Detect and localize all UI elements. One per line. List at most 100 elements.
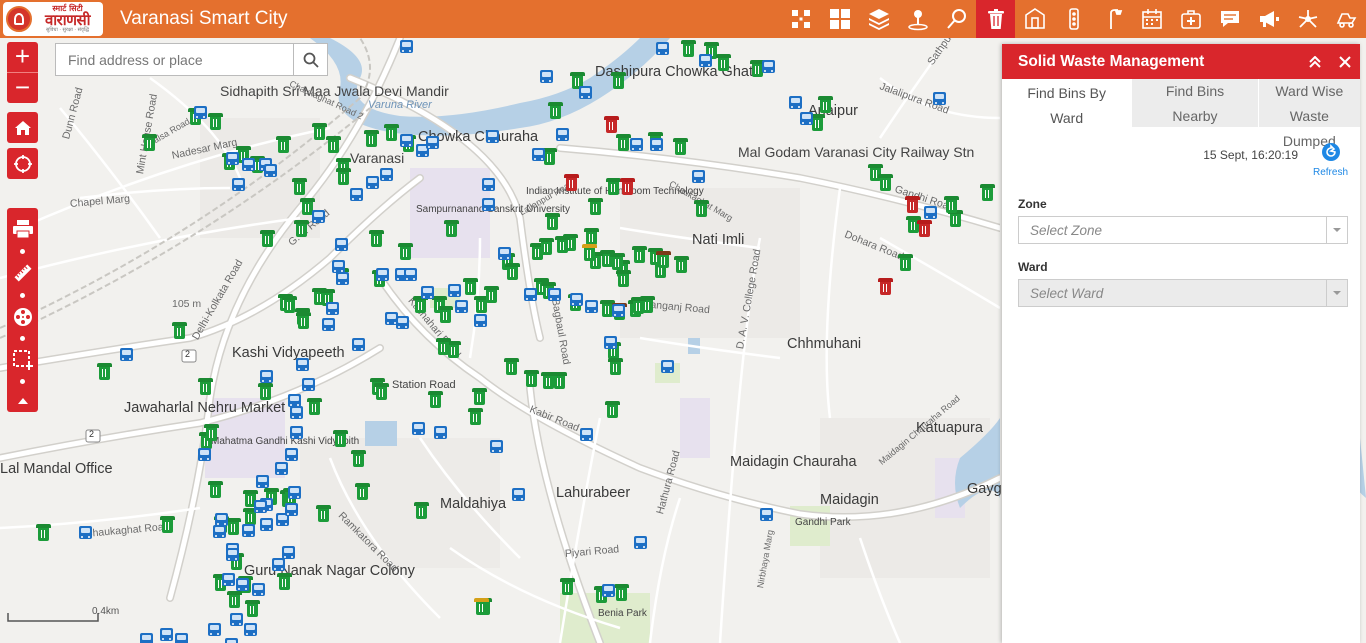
bin-marker[interactable]	[582, 244, 597, 261]
bus-stop-marker[interactable]	[242, 524, 255, 537]
bus-stop-marker[interactable]	[285, 448, 298, 461]
bus-stop-marker[interactable]	[213, 525, 226, 538]
print-button[interactable]	[7, 216, 38, 242]
full-bin-marker[interactable]	[878, 278, 893, 295]
bin-marker[interactable]	[656, 251, 671, 268]
bus-stop-marker[interactable]	[226, 152, 239, 165]
bin-marker[interactable]	[364, 130, 379, 147]
bus-stop-marker[interactable]	[556, 128, 569, 141]
bin-marker[interactable]	[818, 96, 833, 113]
bus-stop-marker[interactable]	[933, 92, 946, 105]
search-button[interactable]	[293, 44, 327, 75]
bin-marker[interactable]	[312, 123, 327, 140]
bus-stop-marker[interactable]	[486, 130, 499, 143]
bus-stop-marker[interactable]	[580, 428, 593, 441]
bus-stop-marker[interactable]	[570, 293, 583, 306]
bus-stop-marker[interactable]	[236, 578, 249, 591]
bus-stop-marker[interactable]	[630, 138, 643, 151]
bin-marker[interactable]	[282, 296, 297, 313]
bus-stop-marker[interactable]	[120, 348, 133, 361]
bus-stop-marker[interactable]	[352, 338, 365, 351]
full-bin-marker[interactable]	[604, 116, 619, 133]
bus-stop-marker[interactable]	[524, 288, 537, 301]
zoom-out-button[interactable]: −	[7, 73, 38, 103]
bin-marker[interactable]	[541, 372, 556, 389]
bin-marker[interactable]	[539, 238, 554, 255]
bus-stop-marker[interactable]	[579, 86, 592, 99]
vehicle-tool[interactable]	[1327, 0, 1366, 38]
bus-stop-marker[interactable]	[222, 573, 235, 586]
bin-marker[interactable]	[716, 54, 731, 71]
calendar-tool[interactable]	[1132, 0, 1171, 38]
bin-marker[interactable]	[172, 322, 187, 339]
bus-stop-marker[interactable]	[335, 238, 348, 251]
traffic-tool[interactable]	[1054, 0, 1093, 38]
bus-stop-marker[interactable]	[412, 422, 425, 435]
bus-stop-marker[interactable]	[260, 370, 273, 383]
bin-marker[interactable]	[438, 306, 453, 323]
bus-stop-marker[interactable]	[230, 613, 243, 626]
bin-marker[interactable]	[316, 505, 331, 522]
solid-waste-tool[interactable]	[976, 0, 1015, 38]
streetlight-tool[interactable]	[1093, 0, 1132, 38]
bus-stop-marker[interactable]	[490, 440, 503, 453]
bus-stop-marker[interactable]	[634, 536, 647, 549]
bus-stop-marker[interactable]	[474, 314, 487, 327]
bin-marker[interactable]	[97, 363, 112, 380]
bin-marker[interactable]	[616, 270, 631, 287]
bin-marker[interactable]	[606, 178, 621, 195]
bin-marker[interactable]	[584, 228, 599, 245]
bin-marker[interactable]	[294, 220, 309, 237]
bin-marker[interactable]	[616, 134, 631, 151]
bus-stop-marker[interactable]	[226, 548, 239, 561]
bin-marker[interactable]	[468, 408, 483, 425]
full-bin-marker[interactable]	[917, 220, 932, 237]
bin-marker[interactable]	[632, 246, 647, 263]
bin-marker[interactable]	[524, 370, 539, 387]
bin-marker[interactable]	[463, 278, 478, 295]
bin-marker[interactable]	[674, 256, 689, 273]
bus-stop-marker[interactable]	[426, 136, 439, 149]
bus-stop-marker[interactable]	[604, 336, 617, 349]
bus-stop-marker[interactable]	[288, 486, 301, 499]
bin-marker[interactable]	[142, 134, 157, 151]
bus-stop-marker[interactable]	[400, 134, 413, 147]
bus-stop-marker[interactable]	[208, 623, 221, 636]
home-button[interactable]	[7, 112, 38, 143]
bin-marker[interactable]	[307, 398, 322, 415]
close-panel-button[interactable]	[1330, 44, 1360, 79]
bus-stop-marker[interactable]	[532, 148, 545, 161]
ward-select[interactable]: Select Ward	[1018, 279, 1348, 307]
bus-stop-marker[interactable]	[175, 633, 188, 643]
tab-ward-wise-waste[interactable]: Ward Wise Waste Dumped	[1257, 79, 1360, 149]
bus-stop-marker[interactable]	[326, 302, 339, 315]
bus-stop-marker[interactable]	[140, 633, 153, 643]
bin-marker[interactable]	[878, 174, 893, 191]
bus-stop-marker[interactable]	[282, 546, 295, 559]
dashboard-tool[interactable]	[781, 0, 820, 38]
bus-stop-marker[interactable]	[585, 300, 598, 313]
bus-stop-marker[interactable]	[198, 448, 211, 461]
refresh-icon[interactable]	[1322, 143, 1340, 161]
bus-stop-marker[interactable]	[296, 358, 309, 371]
bus-stop-marker[interactable]	[789, 96, 802, 109]
city-logo[interactable]: स्मार्ट सिटी वाराणसी सुविधा · सुरक्षा · …	[3, 2, 103, 36]
bus-stop-marker[interactable]	[242, 158, 255, 171]
refresh-button[interactable]: Refresh	[1313, 167, 1348, 178]
bus-stop-marker[interactable]	[322, 318, 335, 331]
bus-stop-marker[interactable]	[252, 583, 265, 596]
bin-marker[interactable]	[398, 243, 413, 260]
bus-stop-marker[interactable]	[924, 206, 937, 219]
locate-button[interactable]	[7, 148, 38, 179]
bin-marker[interactable]	[474, 598, 489, 615]
bus-stop-marker[interactable]	[290, 426, 303, 439]
bin-marker[interactable]	[245, 600, 260, 617]
bus-stop-marker[interactable]	[302, 378, 315, 391]
bus-stop-marker[interactable]	[548, 288, 561, 301]
bin-marker[interactable]	[588, 198, 603, 215]
bin-marker[interactable]	[980, 184, 995, 201]
bin-marker[interactable]	[226, 518, 241, 535]
full-bin-marker[interactable]	[905, 196, 920, 213]
bin-marker[interactable]	[548, 102, 563, 119]
bin-marker[interactable]	[276, 136, 291, 153]
